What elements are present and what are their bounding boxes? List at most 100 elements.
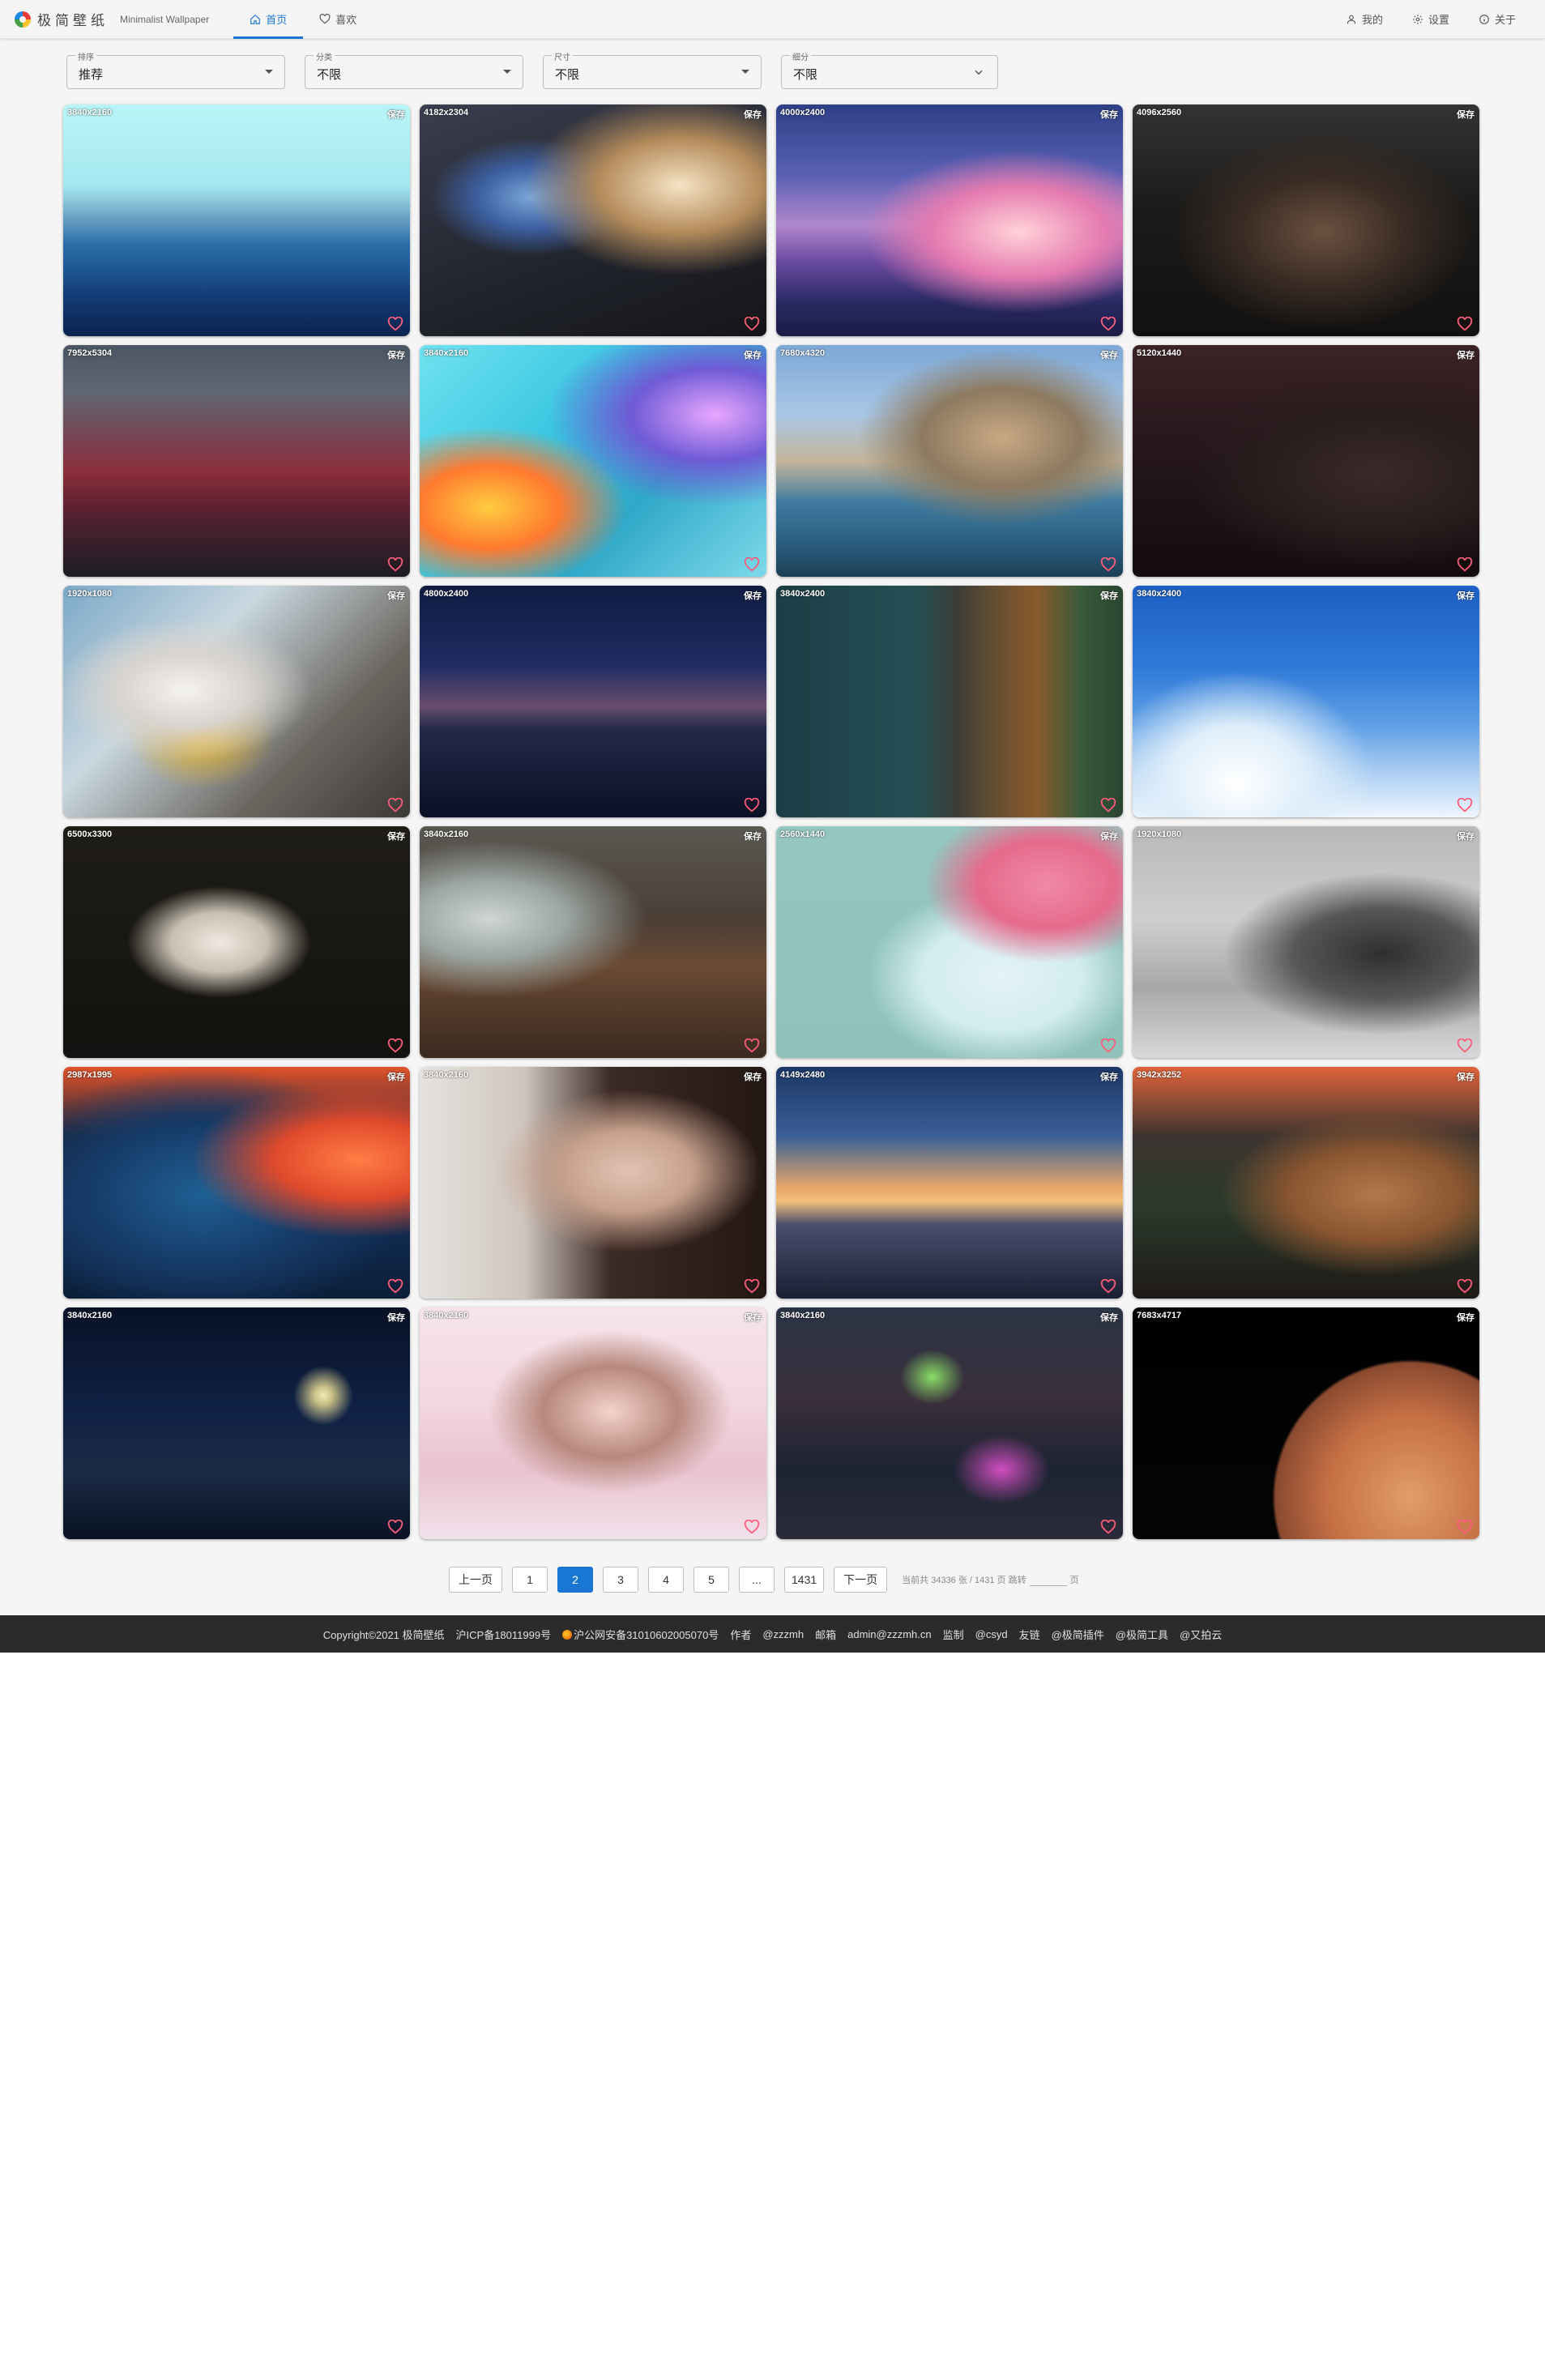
heart-icon[interactable]	[1457, 1520, 1473, 1534]
heart-icon[interactable]	[744, 1039, 760, 1053]
heart-icon[interactable]	[1100, 1520, 1116, 1534]
wallpaper-card[interactable]: 5120x1440 保存	[1133, 345, 1479, 577]
wallpaper-card[interactable]: 3840x2400 保存	[776, 586, 1123, 817]
save-button[interactable]: 保存	[744, 830, 762, 842]
wallpaper-card[interactable]: 7680x4320 保存	[776, 345, 1123, 577]
heart-icon[interactable]	[1457, 798, 1473, 813]
heart-icon[interactable]	[1457, 557, 1473, 572]
heart-icon[interactable]	[387, 317, 403, 331]
category-select[interactable]: 分类 不限	[305, 50, 523, 89]
heart-icon[interactable]	[1100, 317, 1116, 331]
heart-icon[interactable]	[1100, 1039, 1116, 1053]
heart-icon[interactable]	[387, 557, 403, 572]
wallpaper-card[interactable]: 1920x1080 保存	[1133, 826, 1479, 1058]
heart-icon[interactable]	[744, 1520, 760, 1534]
footer-police-link[interactable]: 沪公网安备31010602005070号	[562, 1627, 719, 1642]
sort-select[interactable]: 排序 推荐	[66, 50, 285, 89]
save-button[interactable]: 保存	[1100, 830, 1118, 842]
wallpaper-card[interactable]: 3840x2160 保存	[420, 826, 766, 1058]
footer-friend-link[interactable]: @极简工具	[1116, 1627, 1168, 1642]
save-button[interactable]: 保存	[744, 348, 762, 361]
heart-icon[interactable]	[744, 557, 760, 572]
heart-icon[interactable]	[1457, 1039, 1473, 1053]
save-button[interactable]: 保存	[1457, 589, 1475, 602]
save-button[interactable]: 保存	[1100, 108, 1118, 121]
wallpaper-card[interactable]: 3840x2160 保存	[420, 1307, 766, 1539]
tab-home[interactable]: 首页	[233, 0, 304, 39]
save-button[interactable]: 保存	[1457, 348, 1475, 361]
save-button[interactable]: 保存	[1457, 108, 1475, 121]
wallpaper-card[interactable]: 7683x4717 保存	[1133, 1307, 1479, 1539]
next-page-button[interactable]: 下一页	[834, 1567, 888, 1593]
footer-email-link[interactable]: admin@zzzmh.cn	[847, 1628, 932, 1640]
save-button[interactable]: 保存	[1100, 348, 1118, 361]
save-button[interactable]: 保存	[1457, 830, 1475, 842]
heart-icon[interactable]	[387, 1279, 403, 1294]
wallpaper-card[interactable]: 3840x2160 保存	[63, 104, 410, 336]
save-button[interactable]: 保存	[744, 589, 762, 602]
save-button[interactable]: 保存	[744, 1070, 762, 1083]
heart-icon[interactable]	[744, 317, 760, 331]
wallpaper-card[interactable]: 4096x2560 保存	[1133, 104, 1479, 336]
page-button-5[interactable]: 5	[694, 1567, 729, 1593]
my-account-button[interactable]: 我的	[1346, 11, 1383, 27]
heart-icon[interactable]	[387, 798, 403, 813]
size-select[interactable]: 尺寸 不限	[543, 50, 762, 89]
footer-monitor-link[interactable]: @csyd	[975, 1628, 1008, 1640]
page-button-3[interactable]: 3	[603, 1567, 638, 1593]
tab-favorites[interactable]: 喜欢	[303, 0, 373, 39]
wallpaper-card[interactable]: 6500x3300 保存	[63, 826, 410, 1058]
page-button-4[interactable]: 4	[648, 1567, 684, 1593]
save-button[interactable]: 保存	[387, 1070, 405, 1083]
heart-icon[interactable]	[744, 1279, 760, 1294]
save-button[interactable]: 保存	[744, 1311, 762, 1324]
footer-friend-link[interactable]: @又拍云	[1180, 1627, 1222, 1642]
save-button[interactable]: 保存	[387, 348, 405, 361]
wallpaper-card[interactable]: 3840x2160 保存	[420, 1067, 766, 1299]
wallpaper-card[interactable]: 4182x2304 保存	[420, 104, 766, 336]
save-button[interactable]: 保存	[1100, 1070, 1118, 1083]
heart-icon[interactable]	[387, 1520, 403, 1534]
save-button[interactable]: 保存	[744, 108, 762, 121]
wallpaper-card[interactable]: 3840x2400 保存	[1133, 586, 1479, 817]
heart-icon[interactable]	[1457, 1279, 1473, 1294]
wallpaper-card[interactable]: 3942x3252 保存	[1133, 1067, 1479, 1299]
subcategory-select[interactable]: 细分 不限	[781, 50, 998, 89]
save-button[interactable]: 保存	[387, 108, 405, 121]
save-button[interactable]: 保存	[1100, 589, 1118, 602]
wallpaper-card[interactable]: 4800x2400 保存	[420, 586, 766, 817]
heart-icon[interactable]	[1100, 798, 1116, 813]
wallpaper-card[interactable]: 3840x2160 保存	[63, 1307, 410, 1539]
page-button-1[interactable]: 1	[512, 1567, 548, 1593]
logo-icon[interactable]	[15, 11, 31, 28]
heart-icon[interactable]	[1100, 557, 1116, 572]
prev-page-button[interactable]: 上一页	[449, 1567, 502, 1593]
heart-icon[interactable]	[1100, 1279, 1116, 1294]
wallpaper-card[interactable]: 4149x2480 保存	[776, 1067, 1123, 1299]
footer-author-link[interactable]: @zzzmh	[762, 1628, 804, 1640]
save-button[interactable]: 保存	[387, 830, 405, 842]
settings-button[interactable]: 设置	[1412, 11, 1449, 27]
wallpaper-card[interactable]: 3840x2160 保存	[420, 345, 766, 577]
save-button[interactable]: 保存	[1100, 1311, 1118, 1324]
about-button[interactable]: 关于	[1479, 11, 1516, 27]
wallpaper-card[interactable]: 3840x2160 保存	[776, 1307, 1123, 1539]
page-button-last[interactable]: 1431	[784, 1567, 825, 1593]
save-button[interactable]: 保存	[1457, 1311, 1475, 1324]
footer-friend-link[interactable]: @极简插件	[1052, 1627, 1104, 1642]
heart-icon[interactable]	[387, 1039, 403, 1053]
page-button-2[interactable]: 2	[557, 1567, 593, 1593]
save-button[interactable]: 保存	[1457, 1070, 1475, 1083]
heart-icon[interactable]	[1457, 317, 1473, 331]
wallpaper-card[interactable]: 1920x1080 保存	[63, 586, 410, 817]
brand-name[interactable]: 极简壁纸	[37, 9, 109, 29]
page-jump-input[interactable]	[1029, 1573, 1067, 1586]
wallpaper-card[interactable]: 7952x5304 保存	[63, 345, 410, 577]
wallpaper-card[interactable]: 4000x2400 保存	[776, 104, 1123, 336]
page-ellipsis-button[interactable]: ...	[739, 1567, 775, 1593]
heart-icon[interactable]	[744, 798, 760, 813]
save-button[interactable]: 保存	[387, 589, 405, 602]
wallpaper-card[interactable]: 2987x1995 保存	[63, 1067, 410, 1299]
footer-icp-link[interactable]: 沪ICP备18011999号	[456, 1627, 552, 1642]
wallpaper-card[interactable]: 2560x1440 保存	[776, 826, 1123, 1058]
